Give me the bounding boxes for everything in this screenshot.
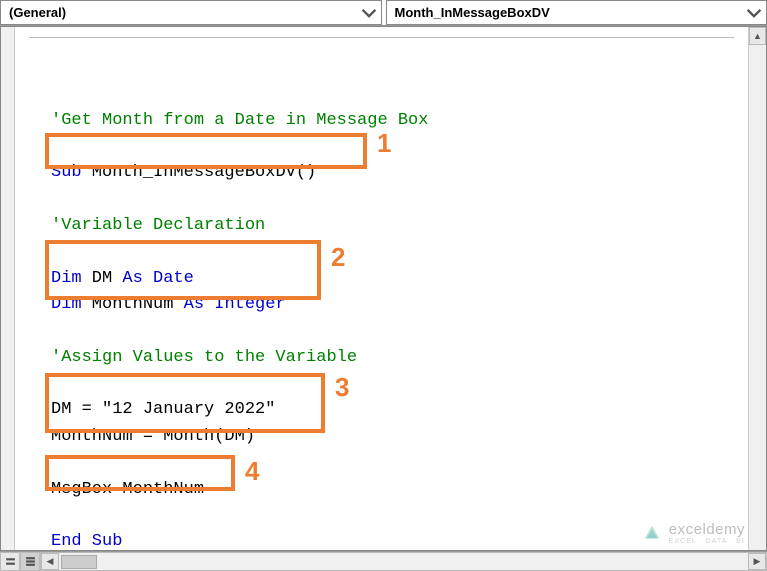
bottom-bar: ◀ ▶: [0, 551, 767, 571]
callout-number: 3: [335, 367, 349, 407]
code-text: Month_InMessageBoxDV(): [82, 163, 317, 182]
full-module-view-button[interactable]: [20, 552, 40, 571]
code-comment: 'Variable Declaration: [51, 216, 265, 235]
code-keyword: End Sub: [51, 532, 122, 550]
code-comment: 'Get Month from a Date in Message Box: [51, 111, 428, 130]
scroll-left-button[interactable]: ◀: [41, 553, 59, 570]
object-dropdown[interactable]: (General): [0, 0, 382, 25]
code-keyword: As: [122, 269, 142, 288]
code-text: MsgBox MonthNum: [51, 480, 204, 499]
horizontal-scrollbar[interactable]: ◀ ▶: [40, 552, 767, 571]
code-text: [204, 295, 214, 314]
code-keyword: Date: [153, 269, 194, 288]
procedure-view-icon: [5, 556, 16, 567]
code-keyword: As: [184, 295, 204, 314]
procedure-separator: [29, 37, 734, 38]
full-module-view-icon: [25, 556, 36, 567]
code-text: [143, 269, 153, 288]
indicator-margin: [1, 27, 15, 550]
editor: 'Get Month from a Date in Message Box Su…: [0, 26, 767, 551]
code-keyword: Integer: [214, 295, 285, 314]
chevron-down-icon: [746, 5, 762, 21]
code-text: DM: [82, 269, 123, 288]
code-comment: 'Assign Values to the Variable: [51, 348, 357, 367]
code-keyword: Sub: [51, 163, 82, 182]
object-dropdown-label: (General): [9, 5, 66, 20]
scroll-thumb[interactable]: [61, 555, 97, 569]
scroll-up-button[interactable]: ▲: [749, 27, 766, 45]
dropdown-bar: (General) Month_InMessageBoxDV: [0, 0, 767, 26]
callout-number: 4: [245, 451, 259, 491]
scroll-right-button[interactable]: ▶: [748, 553, 766, 570]
code-keyword: Dim: [51, 295, 82, 314]
code-area[interactable]: 'Get Month from a Date in Message Box Su…: [15, 27, 748, 550]
code-text: DM = "12 January 2022": [51, 400, 275, 419]
procedure-dropdown[interactable]: Month_InMessageBoxDV: [386, 0, 767, 25]
procedure-dropdown-label: Month_InMessageBoxDV: [395, 5, 550, 20]
procedure-view-button[interactable]: [0, 552, 20, 571]
chevron-down-icon: [361, 5, 377, 21]
code-text: MonthNum: [82, 295, 184, 314]
callout-number: 2: [331, 237, 345, 277]
vertical-scrollbar[interactable]: ▲: [748, 27, 766, 550]
code-text: MonthNum = Month(DM): [51, 427, 255, 446]
code-keyword: Dim: [51, 269, 82, 288]
